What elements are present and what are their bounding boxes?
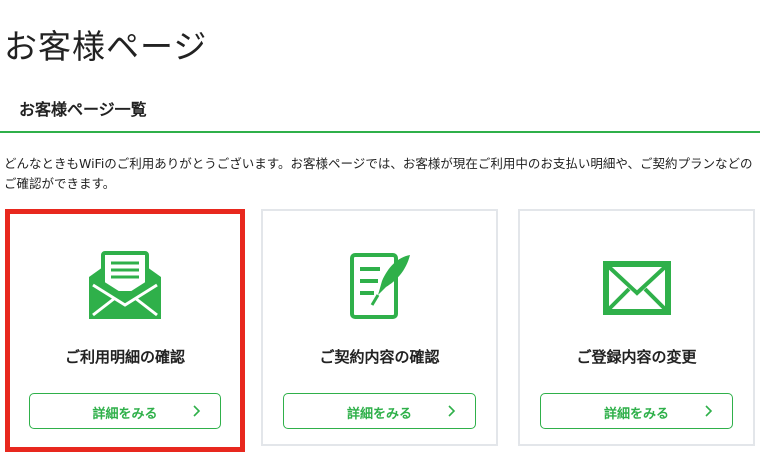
view-details-button-contract[interactable]: 詳細をみる [283, 393, 476, 429]
section-heading: お客様ページ一覧 [19, 100, 147, 119]
card-title: ご契約内容の確認 [319, 348, 440, 366]
card-billing-details: ご利用明細の確認 詳細をみる [5, 209, 245, 452]
card-title: ご登録内容の変更 [576, 348, 697, 366]
section-divider [0, 131, 760, 133]
card-contract-details: ご契約内容の確認 詳細をみる [261, 209, 498, 446]
view-details-button-registration[interactable]: 詳細をみる [540, 393, 733, 429]
intro-text: どんなときもWiFiのご利用ありがとうございます。お客様ページでは、お客様が現在… [4, 156, 753, 191]
chevron-right-icon [448, 405, 456, 417]
view-details-button-billing[interactable]: 詳細をみる [29, 393, 221, 429]
chevron-right-icon [193, 405, 201, 417]
chevron-right-icon [705, 405, 713, 417]
document-pen-icon [349, 253, 410, 319]
envelope-icon [602, 261, 671, 315]
open-envelope-letter-icon [89, 251, 161, 319]
card-title: ご利用明細の確認 [64, 348, 185, 366]
page-title: お客様ページ [4, 27, 208, 66]
card-registration-change: ご登録内容の変更 詳細をみる [518, 209, 755, 446]
